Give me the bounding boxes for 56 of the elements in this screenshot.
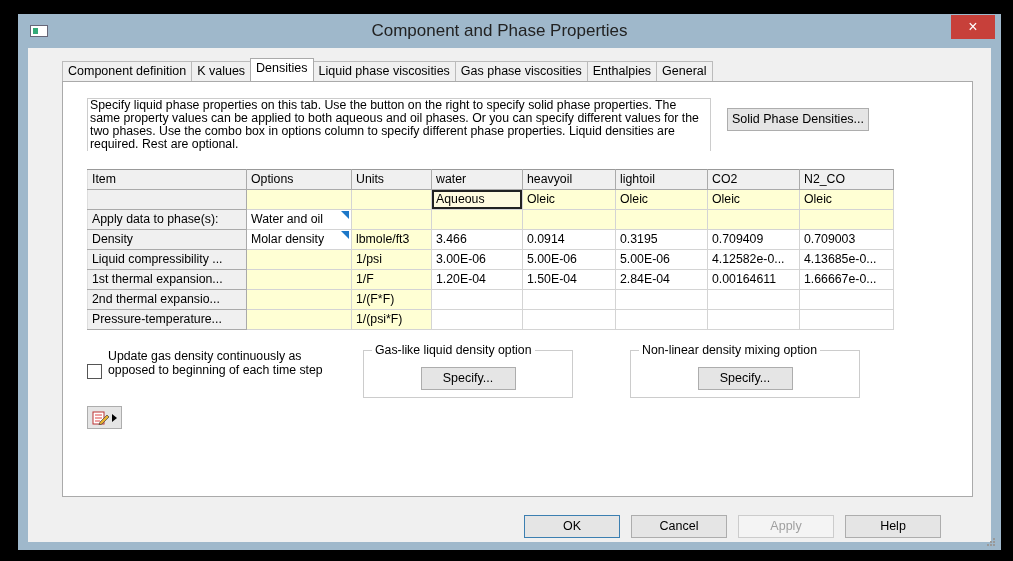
dropdown-corner-icon[interactable]	[341, 211, 349, 219]
row-header: Liquid compressibility ...	[87, 249, 247, 270]
row-header: Apply data to phase(s):	[87, 209, 247, 230]
column-header: N2_CO	[799, 169, 894, 190]
row-header: 2nd thermal expansio...	[87, 289, 247, 310]
column-header: Item	[87, 169, 247, 190]
solid-phase-densities-button[interactable]: Solid Phase Densities...	[727, 108, 869, 131]
value-cell[interactable]: 0.0914	[522, 229, 616, 250]
close-button[interactable]: ×	[951, 15, 995, 39]
dialog-button[interactable]: Help	[845, 515, 941, 538]
value-cell[interactable]: 1.20E-04	[431, 269, 523, 290]
column-header: heavyoil	[522, 169, 616, 190]
options-cell[interactable]: Water and oil	[246, 209, 352, 230]
group-title: Gas-like liquid density option	[372, 343, 535, 357]
value-cell[interactable]: 0.709409	[707, 229, 800, 250]
edit-document-icon	[92, 410, 117, 425]
dialog-button[interactable]: OK	[524, 515, 620, 538]
value-cell[interactable]: 1.66667e-0...	[799, 269, 894, 290]
group-title: Non-linear density mixing option	[639, 343, 820, 357]
tab[interactable]: Densities	[250, 58, 314, 81]
specify-button[interactable]: Specify...	[420, 367, 516, 390]
edit-menu-button[interactable]	[87, 406, 122, 429]
options-cell[interactable]: Molar density	[246, 229, 352, 250]
tab[interactable]: Liquid phase viscosities	[312, 61, 456, 81]
window-title: Component and Phase Properties	[370, 20, 629, 43]
tab[interactable]: General	[656, 61, 713, 81]
value-cell[interactable]: 0.709003	[799, 229, 894, 250]
value-cell[interactable]: 5.00E-06	[522, 249, 616, 270]
window-icon	[30, 25, 48, 37]
description-text: Specify liquid phase properties on this tab. Use the button on the right to specify solid phase properties. The same property values can be applied to both aqueous and oil phases. Or you can specify different values for the two phases. Use the combo box in options column to specify different phase properties. Liquid densities are required. Rest are optional.	[87, 98, 711, 151]
checkbox[interactable]	[87, 364, 102, 379]
value-cell[interactable]: 2.84E-04	[615, 269, 708, 290]
column-header: Units	[351, 169, 432, 190]
dropdown-corner-icon[interactable]	[341, 231, 349, 239]
dialog-button[interactable]: Cancel	[631, 515, 727, 538]
tab[interactable]: Enthalpies	[586, 61, 658, 81]
value-cell[interactable]: 0.00164611	[707, 269, 800, 290]
resize-grip-icon	[986, 537, 995, 546]
row-header: Density	[87, 229, 247, 250]
value-cell[interactable]: 4.12582e-0...	[707, 249, 800, 270]
column-header: lightoil	[615, 169, 708, 190]
value-cell[interactable]: 3.466	[431, 229, 523, 250]
value-cell[interactable]: 5.00E-06	[615, 249, 708, 270]
value-cell[interactable]: 0.3195	[615, 229, 708, 250]
value-cell[interactable]: 3.00E-06	[431, 249, 523, 270]
row-header: Pressure-temperature...	[87, 309, 247, 330]
row-header: 1st thermal expansion...	[87, 269, 247, 290]
column-header: Options	[246, 169, 352, 190]
value-cell[interactable]: 4.13685e-0...	[799, 249, 894, 270]
tab[interactable]: Component definition	[62, 61, 193, 81]
value-cell[interactable]: 1.50E-04	[522, 269, 616, 290]
checkbox-label: Update gas density continuously as opposed to beginning of each time step	[108, 350, 324, 379]
tab[interactable]: Gas phase viscosities	[454, 61, 588, 81]
column-header: CO2	[707, 169, 800, 190]
column-header: water	[431, 169, 523, 190]
specify-button[interactable]: Specify...	[697, 367, 793, 390]
